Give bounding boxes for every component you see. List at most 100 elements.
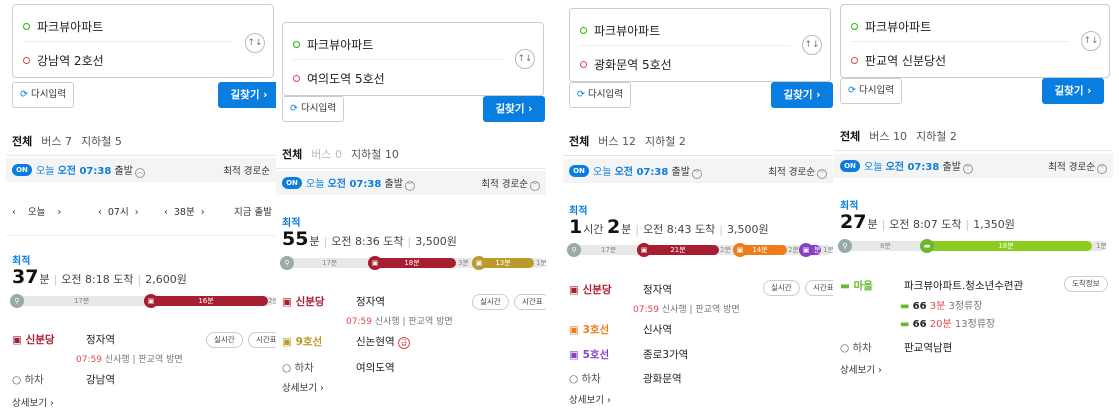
find-route-button[interactable]: 길찾기 › bbox=[1042, 78, 1104, 104]
sort-select[interactable]: 최적 경로순 ﹀ bbox=[1048, 159, 1107, 174]
departure-time[interactable]: 오늘 오전 07:38 출발 ﹀ bbox=[306, 175, 415, 191]
departure-time[interactable]: 오늘 오전 07:38 출발 ﹀ bbox=[593, 163, 702, 179]
origin-text: 파크뷰아파트 bbox=[37, 20, 104, 34]
walk-minutes: 17분 bbox=[322, 259, 338, 267]
details-link[interactable]: 상세보기 › bbox=[12, 395, 54, 409]
destination-field[interactable]: 판교역 신분당선 bbox=[851, 52, 946, 69]
end-minutes: 2분 bbox=[268, 297, 276, 305]
origin-field[interactable]: 파크뷰아파트 bbox=[851, 18, 931, 35]
best-label: 최적 bbox=[840, 201, 859, 212]
sort-label: 최적 경로순 bbox=[768, 167, 815, 178]
tab-divider bbox=[276, 168, 546, 169]
tab-bus[interactable]: 버스 7 bbox=[41, 135, 72, 148]
origin-dot-icon bbox=[851, 23, 858, 30]
subway-icon: ▣ bbox=[569, 349, 583, 361]
origin-field[interactable]: 파크뷰아파트 bbox=[580, 22, 660, 39]
reset-button[interactable]: ⟳ 다시입력 bbox=[12, 82, 74, 108]
sort-label: 최적 경로순 bbox=[1048, 162, 1095, 173]
train-direction: 신사행 | 판교역 방면 bbox=[101, 355, 183, 365]
subway-icon: ▣ bbox=[144, 294, 158, 308]
alight-circle-icon: ○ bbox=[282, 362, 295, 374]
subway-icon: ▣ bbox=[282, 296, 296, 308]
station-name: 종로3가역 bbox=[643, 349, 689, 361]
destination-field[interactable]: 광화문역 5호선 bbox=[580, 56, 672, 73]
details-link[interactable]: 상세보기 › bbox=[282, 380, 324, 394]
divider bbox=[293, 59, 503, 60]
arrival-info-button[interactable]: 도착정보 bbox=[1064, 276, 1108, 292]
origin-dot-icon bbox=[23, 23, 30, 30]
destination-field[interactable]: 강남역 2호선 bbox=[23, 52, 104, 69]
reset-button[interactable]: ⟳ 다시입력 bbox=[840, 78, 902, 104]
depart-suffix: 출발 bbox=[111, 166, 133, 177]
destination-text: 광화문역 5호선 bbox=[594, 58, 672, 72]
details-link[interactable]: 상세보기 › bbox=[840, 362, 882, 376]
tab-all[interactable]: 전체 bbox=[569, 135, 589, 148]
find-route-button[interactable]: 길찾기 › bbox=[771, 82, 833, 108]
tab-all[interactable]: 전체 bbox=[12, 135, 32, 148]
origin-dot-icon bbox=[293, 41, 300, 48]
realtime-on-toggle[interactable]: ON bbox=[12, 164, 32, 176]
day-picker[interactable]: ‹ 오늘 › bbox=[12, 202, 92, 224]
timetable-button[interactable]: 시간표 bbox=[805, 280, 833, 296]
route-summary[interactable]: 1시간 2분 | 오전 8:43 도착 | 3,500원 bbox=[569, 216, 769, 238]
minute-picker[interactable]: ‹ 38분 › bbox=[164, 202, 226, 224]
route-summary[interactable]: 27분 | 오전 8:07 도착 | 1,350원 bbox=[840, 211, 1015, 233]
realtime-button[interactable]: 실시간 bbox=[472, 294, 509, 310]
station-name: 파크뷰아파트.청소년수련관 bbox=[904, 280, 1024, 292]
swap-icon[interactable]: ↑↓ bbox=[245, 33, 265, 53]
swap-icon[interactable]: ↑↓ bbox=[802, 35, 822, 55]
departure-time[interactable]: 오늘 오전 07:38 출발 ﹀ bbox=[864, 158, 973, 174]
timetable-button[interactable]: 시간표 bbox=[248, 332, 276, 348]
tab-subway[interactable]: 지하철 5 bbox=[81, 135, 122, 148]
destination-field[interactable]: 여의도역 5호선 bbox=[293, 70, 385, 87]
details-link[interactable]: 상세보기 › bbox=[569, 392, 611, 406]
departure-time[interactable]: 오늘 오전 07:38 출발 ︿ bbox=[36, 162, 145, 178]
station-name: 신논현역 bbox=[356, 336, 395, 348]
duration-unit: 분 bbox=[309, 235, 320, 248]
realtime-button[interactable]: 실시간 bbox=[763, 280, 800, 296]
route-summary[interactable]: 55분 | 오전 8:36 도착 | 3,500원 bbox=[282, 228, 457, 250]
realtime-on-toggle[interactable]: ON bbox=[282, 177, 302, 189]
tab-bus[interactable]: 버스 10 bbox=[869, 130, 907, 143]
depart-now-button[interactable]: 지금 출발 bbox=[234, 202, 276, 224]
swap-icon[interactable]: ↑↓ bbox=[1081, 31, 1101, 51]
realtime-button[interactable]: 실시간 bbox=[206, 332, 243, 348]
line-name: 신분당 bbox=[295, 296, 325, 308]
reset-button[interactable]: ⟳ 다시입력 bbox=[569, 82, 631, 108]
tab-bus[interactable]: 버스 12 bbox=[598, 135, 636, 148]
route-summary[interactable]: 37분 | 오전 8:18 도착 | 2,600원 bbox=[12, 266, 187, 288]
swap-icon[interactable]: ↑↓ bbox=[515, 49, 535, 69]
sort-label: 최적 경로순 bbox=[481, 179, 528, 190]
tab-all[interactable]: 전체 bbox=[282, 148, 302, 161]
walk-minutes: 8분 bbox=[880, 242, 891, 250]
search-box: 파크뷰아파트 강남역 2호선 ↑↓ bbox=[12, 4, 274, 78]
realtime-on-toggle[interactable]: ON bbox=[840, 160, 860, 172]
train-info: 07:59 신사행 | 판교역 방면 bbox=[346, 314, 453, 327]
reset-button[interactable]: ⟳ 다시입력 bbox=[282, 96, 344, 122]
timetable-button[interactable]: 시간표 bbox=[514, 294, 546, 310]
origin-field[interactable]: 파크뷰아파트 bbox=[293, 36, 373, 53]
tab-subway[interactable]: 지하철 2 bbox=[645, 135, 686, 148]
find-route-button[interactable]: 길찾기 › bbox=[483, 96, 545, 122]
tab-all[interactable]: 전체 bbox=[840, 130, 860, 143]
subway-icon: ▣ bbox=[12, 334, 26, 346]
chevron-down-icon: ﹀ bbox=[1097, 164, 1107, 174]
refresh-icon: ⟳ bbox=[848, 85, 856, 96]
station-name: 광화문역 bbox=[643, 373, 682, 385]
sort-select[interactable]: 최적 경로순 bbox=[223, 163, 270, 177]
tab-subway[interactable]: 지하철 2 bbox=[916, 130, 957, 143]
line-label: ○ 하차 bbox=[12, 372, 86, 387]
hour-picker[interactable]: ‹ 07시 › bbox=[98, 202, 158, 224]
walk-icon: ⚲ bbox=[838, 239, 852, 253]
sort-select[interactable]: 최적 경로순 ﹀ bbox=[768, 164, 827, 179]
next-icon: › bbox=[57, 207, 62, 218]
tab-subway[interactable]: 지하철 10 bbox=[351, 148, 399, 161]
sinbundang-segment: 16분 bbox=[144, 296, 268, 306]
sort-select[interactable]: 최적 경로순 ﹀ bbox=[481, 176, 540, 191]
train-time: 07:59 bbox=[346, 317, 372, 327]
find-route-button[interactable]: 길찾기 › bbox=[218, 82, 276, 108]
origin-field[interactable]: 파크뷰아파트 bbox=[23, 18, 103, 35]
realtime-on-toggle[interactable]: ON bbox=[569, 165, 589, 177]
train-direction: 신사행 | 판교역 방면 bbox=[371, 317, 453, 327]
leg-transfer: ▣ 3호선 신사역 bbox=[569, 322, 672, 337]
